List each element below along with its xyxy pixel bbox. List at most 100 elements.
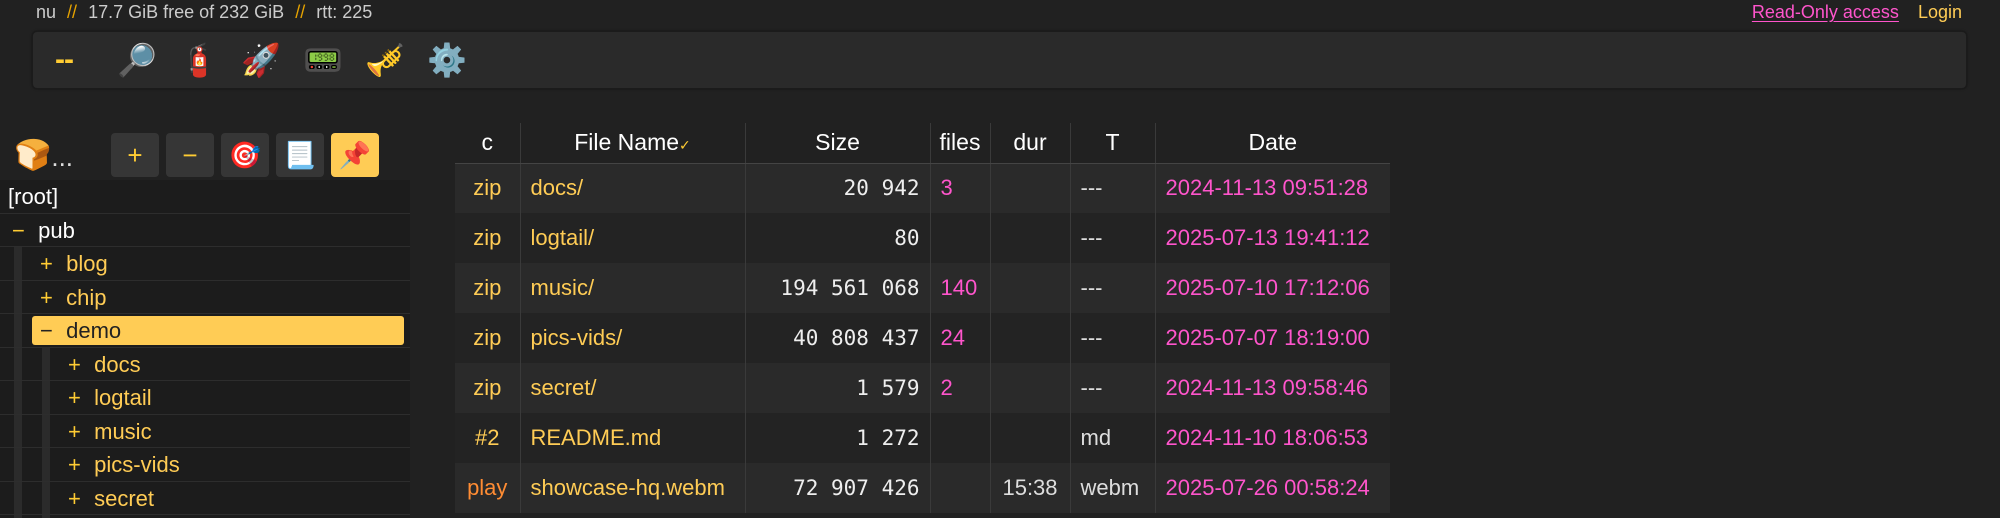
file-size: 1 579	[744, 363, 930, 413]
file-size: 40 808 437	[744, 313, 930, 363]
tree-item-chip[interactable]: + chip	[0, 281, 410, 314]
modified-date: 2024-11-13 09:51:28	[1154, 163, 1390, 213]
file-name-link[interactable]: logtail/	[519, 213, 745, 263]
file-type: ---	[1069, 163, 1155, 213]
expand-toggle[interactable]: +	[40, 247, 60, 280]
duration	[989, 213, 1070, 263]
column-header-file-name[interactable]: File Name✓	[519, 123, 745, 164]
file-name-link[interactable]: music/	[519, 263, 745, 313]
duration: 15:38	[989, 463, 1070, 513]
column-header-c[interactable]: c	[455, 123, 520, 164]
file-count	[929, 213, 990, 263]
column-header-dur[interactable]: dur	[989, 123, 1070, 164]
table-row: play showcase-hq.webm 72 907 426 15:38 w…	[455, 463, 1390, 513]
file-name-link[interactable]: secret/	[519, 363, 745, 413]
file-type: webm	[1069, 463, 1155, 513]
expand-toggle[interactable]: +	[68, 381, 88, 414]
file-type: ---	[1069, 313, 1155, 363]
search-icon[interactable]: 🔎	[117, 34, 179, 86]
tree-item-music[interactable]: + music	[0, 415, 410, 448]
expand-toggle[interactable]: +	[40, 281, 60, 314]
settings-gear-icon[interactable]: ⚙️	[427, 34, 489, 86]
table-row: zip pics-vids/ 40 808 437 24 --- 2025-07…	[455, 313, 1390, 363]
tree-item-label: pub	[38, 217, 75, 243]
tree-item-root[interactable]: [root]	[0, 180, 410, 214]
tree-item-secret[interactable]: + secret	[0, 482, 410, 515]
column-header-type[interactable]: T	[1069, 123, 1155, 164]
tree-item-logtail[interactable]: + logtail	[0, 381, 410, 415]
tree-item-label: [root]	[8, 184, 59, 209]
expand-toggle[interactable]: +	[68, 415, 88, 448]
zip-link[interactable]: zip	[455, 263, 520, 313]
file-name-link[interactable]: README.md	[519, 413, 745, 463]
tree-item-label: pics-vids	[94, 452, 180, 477]
tree-item-docs[interactable]: + docs	[0, 348, 410, 381]
account-links: Read-Only access Login	[1752, 2, 1962, 23]
tree-item-label: music	[94, 418, 152, 444]
tree-item-pub[interactable]: − pub	[0, 214, 410, 247]
collapse-toggle[interactable]: −	[12, 214, 32, 247]
host-name: nu	[36, 2, 57, 22]
media-icon[interactable]: 📟	[303, 34, 365, 86]
scroll-icon[interactable]: 📃	[276, 133, 324, 177]
unpost-icon[interactable]: 🧯	[179, 34, 241, 86]
play-link[interactable]: play	[455, 463, 520, 513]
bread-logo-icon[interactable]: 🍞...	[14, 138, 104, 173]
file-size: 1 272	[744, 413, 930, 463]
zip-link[interactable]: zip	[455, 213, 520, 263]
tree-item-label: docs	[94, 351, 141, 377]
target-icon[interactable]: 🎯	[221, 133, 269, 177]
table-row: zip docs/ 20 942 3 --- 2024-11-13 09:51:…	[455, 163, 1390, 213]
expand-toggle[interactable]: +	[68, 448, 88, 481]
tree-item-pics-vids[interactable]: + pics-vids	[0, 448, 410, 482]
file-name-link[interactable]: docs/	[519, 163, 745, 213]
doc-number-link[interactable]: #2	[455, 413, 520, 463]
column-header-files[interactable]: files	[929, 123, 990, 164]
pin-icon[interactable]: 📌	[331, 133, 379, 177]
zip-link[interactable]: zip	[455, 313, 520, 363]
sort-indicator-icon: ✓	[679, 137, 691, 154]
upload-icon[interactable]: 🚀	[241, 34, 303, 86]
login-link[interactable]: Login	[1918, 2, 1962, 22]
tree-item-demo[interactable]: − demo	[0, 314, 410, 348]
table-row: zip secret/ 1 579 2 --- 2024-11-13 09:58…	[455, 363, 1390, 413]
file-count: 24	[929, 313, 990, 363]
duration	[989, 163, 1070, 213]
file-type: ---	[1069, 363, 1155, 413]
toggle-ops-button[interactable]: --	[55, 34, 117, 86]
zip-link[interactable]: zip	[455, 163, 520, 213]
file-type: ---	[1069, 263, 1155, 313]
modified-date: 2025-07-10 17:12:06	[1154, 263, 1390, 313]
file-type: md	[1069, 413, 1155, 463]
collapse-toggle[interactable]: −	[40, 314, 60, 347]
file-size: 72 907 426	[744, 463, 930, 513]
modified-date: 2025-07-13 19:41:12	[1154, 213, 1390, 263]
tree-item-label: chip	[66, 284, 107, 310]
expand-toggle[interactable]: +	[68, 348, 88, 381]
tree-collapse-button[interactable]: −	[166, 133, 214, 177]
table-row: zip music/ 194 561 068 140 --- 2025-07-1…	[455, 263, 1390, 313]
column-header-size[interactable]: Size	[744, 123, 930, 164]
tree-item-blog[interactable]: + blog	[0, 247, 410, 281]
file-count: 3	[929, 163, 990, 213]
zip-link[interactable]: zip	[455, 363, 520, 413]
separator: //	[295, 2, 306, 22]
file-size: 194 561 068	[744, 263, 930, 313]
file-name-link[interactable]: showcase-hq.webm	[519, 463, 745, 513]
separator: //	[67, 2, 78, 22]
read-only-access-link[interactable]: Read-Only access	[1752, 2, 1899, 22]
column-header-date[interactable]: Date	[1154, 123, 1390, 164]
announce-icon[interactable]: 🎺	[365, 34, 427, 86]
rtt-readout: rtt: 225	[316, 2, 373, 22]
table-header-row: c File Name✓ Size files dur T Date	[455, 123, 1390, 164]
file-count: 2	[929, 363, 990, 413]
expand-toggle[interactable]: +	[68, 482, 88, 515]
modified-date: 2024-11-13 09:58:46	[1154, 363, 1390, 413]
duration	[989, 313, 1070, 363]
modified-date: 2025-07-07 18:19:00	[1154, 313, 1390, 363]
tree-item-label: secret	[94, 485, 155, 511]
file-name-link[interactable]: pics-vids/	[519, 313, 745, 363]
folder-tree: [root] − pub + blog + chip − demo + docs…	[0, 180, 410, 518]
tree-expand-button[interactable]: +	[111, 133, 159, 177]
file-count	[929, 463, 990, 513]
